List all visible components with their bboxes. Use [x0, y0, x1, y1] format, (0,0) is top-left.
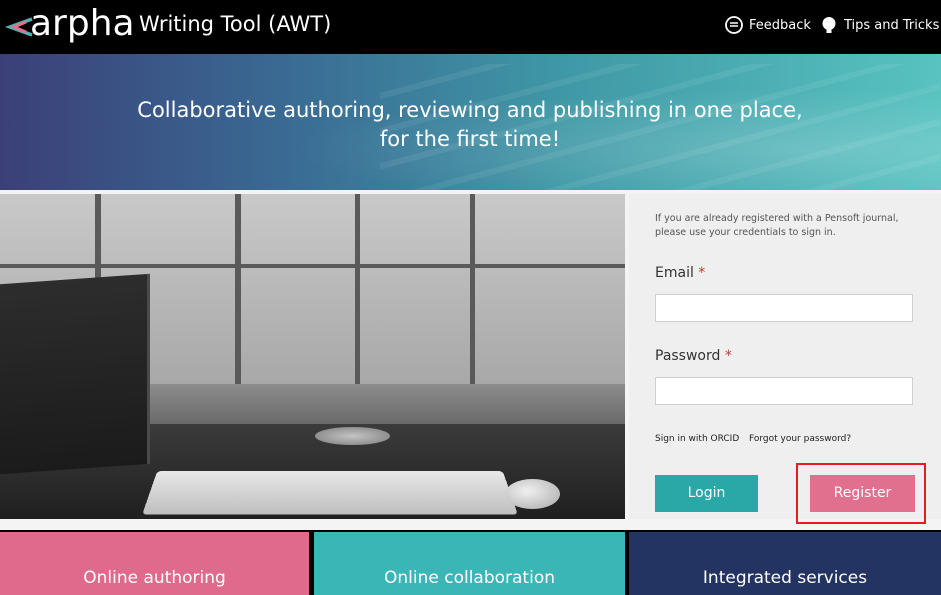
- login-note: If you are already registered with a Pen…: [655, 213, 899, 238]
- window-frame: [235, 194, 241, 384]
- keyboard: [142, 471, 518, 515]
- laptop: [0, 273, 150, 475]
- window-frame: [355, 194, 360, 384]
- mouse: [505, 479, 560, 509]
- tile-online-collaboration[interactable]: Online collaboration: [314, 532, 625, 595]
- tips-label: Tips and Tricks: [844, 17, 940, 33]
- window-frame: [470, 194, 475, 384]
- arpha-logo[interactable]: arpha: [4, 6, 135, 46]
- feedback-link[interactable]: Feedback: [725, 16, 811, 34]
- app-title: Writing Tool (AWT): [139, 12, 332, 36]
- orcid-signin-link[interactable]: Sign in with ORCID: [655, 434, 739, 444]
- tile-online-authoring[interactable]: Online authoring: [0, 532, 309, 595]
- required-mark: *: [698, 265, 706, 281]
- email-label-text: Email: [655, 265, 694, 281]
- password-label: Password *: [655, 348, 732, 364]
- hero-tagline: Collaborative authoring, reviewing and p…: [137, 98, 803, 151]
- register-button[interactable]: Register: [810, 475, 915, 512]
- tile-label: Online authoring: [83, 568, 226, 588]
- feedback-label: Feedback: [749, 17, 811, 33]
- email-label: Email *: [655, 265, 705, 281]
- login-button[interactable]: Login: [655, 475, 758, 512]
- tips-and-tricks-link[interactable]: Tips and Tricks: [820, 16, 939, 34]
- password-label-text: Password: [655, 348, 721, 364]
- main-section: If you are already registered with a Pen…: [0, 190, 941, 530]
- login-panel: If you are already registered with a Pen…: [629, 194, 941, 524]
- bowl: [315, 427, 390, 445]
- tile-integrated-services[interactable]: Integrated services: [629, 532, 941, 595]
- bulb-icon: [822, 17, 836, 33]
- password-field[interactable]: [655, 377, 913, 405]
- required-mark: *: [724, 348, 732, 364]
- email-field[interactable]: [655, 294, 913, 322]
- tile-label: Integrated services: [702, 568, 868, 588]
- top-bar: arpha Writing Tool (AWT) Feedback Tips a…: [0, 0, 941, 54]
- window-frame: [0, 264, 625, 268]
- desk-photo: [0, 194, 625, 519]
- feedback-icon: [725, 16, 743, 34]
- hero-banner: Collaborative authoring, reviewing and p…: [0, 54, 941, 190]
- forgot-password-link[interactable]: Forgot your password?: [749, 434, 851, 444]
- logo-text: arpha: [30, 3, 135, 44]
- tile-label: Online collaboration: [383, 568, 555, 588]
